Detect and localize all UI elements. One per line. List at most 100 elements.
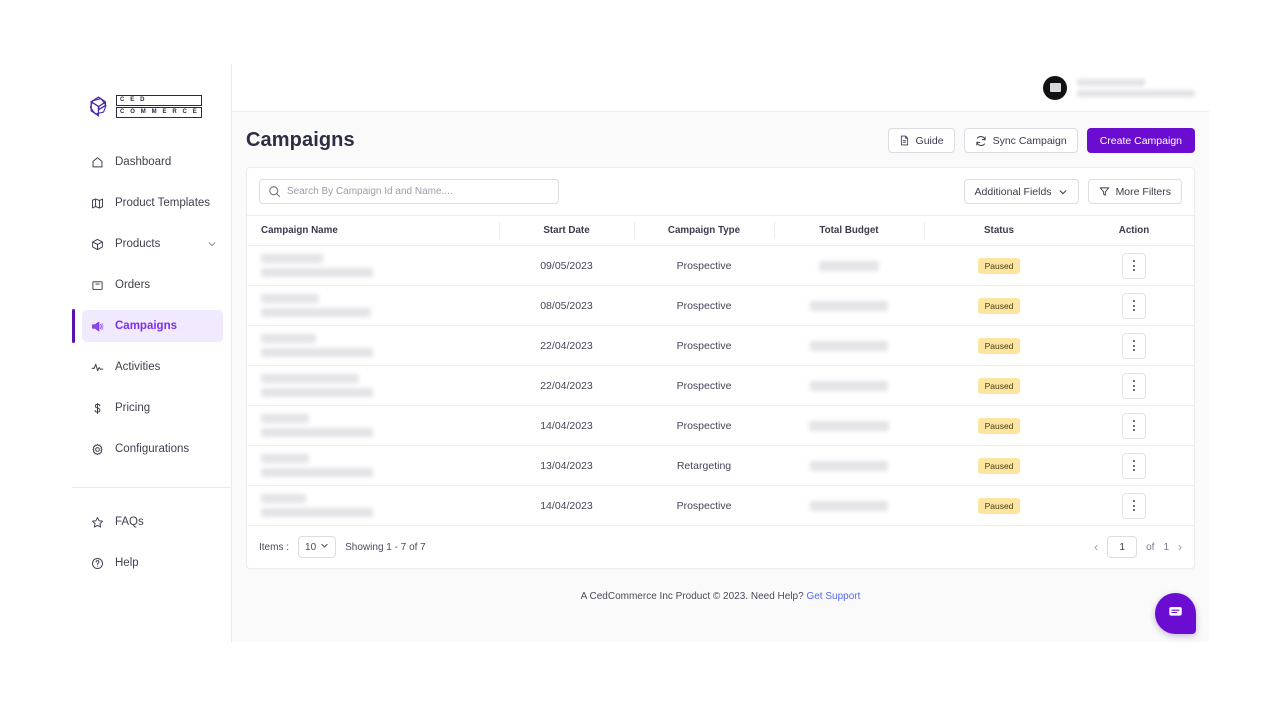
row-actions-button[interactable] [1122,372,1146,399]
redacted-line [261,254,323,263]
user-email-redacted [1077,89,1195,97]
more-filters-label: More Filters [1115,185,1171,198]
vertical-dots-icon [1133,420,1135,422]
cell-campaign-name[interactable] [247,285,499,326]
column-header-campaign-type[interactable]: Campaign Type [634,215,774,246]
page-header: Campaigns Guide Sync Campaign Create Cam… [246,112,1195,167]
campaign-name-redacted [261,329,499,362]
table-row[interactable]: 22/04/2023 Prospective Paused [247,365,1194,406]
row-actions-button[interactable] [1122,412,1146,439]
pagination-left: Items : 10 Showing 1 - 7 of 7 [259,536,426,558]
table-header: Campaign Name Start Date Campaign Type T… [247,215,1194,246]
additional-fields-label: Additional Fields [974,185,1052,198]
sidebar-item-configurations[interactable]: Configurations [82,433,223,465]
user-info-redacted [1077,78,1195,97]
cell-campaign-type: Prospective [634,365,774,406]
campaign-name-redacted [261,289,499,322]
row-actions-button[interactable] [1122,252,1146,279]
sidebar-item-label: Products [115,238,161,250]
status-badge: Paused [977,457,1021,474]
cell-action [1074,445,1194,486]
cell-status: Paused [924,485,1074,526]
chat-widget-button[interactable] [1155,593,1196,634]
row-actions-button[interactable] [1122,332,1146,359]
redacted-line [261,428,373,437]
cell-campaign-type: Prospective [634,245,774,286]
status-badge: Paused [977,497,1021,514]
vertical-dots-icon [1133,424,1135,427]
row-actions-button[interactable] [1122,292,1146,319]
table-row[interactable]: 14/04/2023 Prospective Paused [247,405,1194,446]
column-header-status[interactable]: Status [924,215,1074,246]
cell-start-date: 22/04/2023 [499,365,634,406]
search-field[interactable] [259,179,559,204]
guide-button[interactable]: Guide [887,128,955,153]
cell-action [1074,405,1194,446]
column-header-action: Action [1074,215,1194,246]
sidebar-item-orders[interactable]: Orders [82,269,223,301]
table-row[interactable]: 22/04/2023 Prospective Paused [247,325,1194,366]
cell-total-budget [774,485,924,526]
cell-action [1074,365,1194,406]
get-support-link[interactable]: Get Support [806,591,860,602]
column-header-total-budget[interactable]: Total Budget [774,215,924,246]
sidebar-item-pricing[interactable]: Pricing [82,392,223,424]
cell-status: Paused [924,285,1074,326]
sidebar-item-activities[interactable]: Activities [82,351,223,383]
of-label: of [1146,541,1155,553]
dollar-icon [90,401,104,415]
budget-redacted [810,460,888,471]
page-size-select[interactable]: 10 [298,536,337,558]
sidebar-item-help[interactable]: Help [82,547,223,579]
column-header-campaign-name[interactable]: Campaign Name [247,215,499,246]
vertical-dots-icon [1133,300,1135,302]
row-actions-button[interactable] [1122,452,1146,479]
vertical-dots-icon [1133,264,1135,267]
cell-total-budget [774,365,924,406]
additional-fields-button[interactable]: Additional Fields [963,179,1079,204]
create-campaign-button[interactable]: Create Campaign [1086,128,1195,153]
row-actions-button[interactable] [1122,492,1146,519]
chevron-right-icon[interactable]: › [1178,541,1182,553]
table-row[interactable]: 09/05/2023 Prospective Paused [247,245,1194,286]
chevron-down-icon[interactable] [207,239,217,249]
chevron-down-icon [1058,187,1068,197]
cell-campaign-name[interactable] [247,365,499,406]
more-filters-button[interactable]: More Filters [1087,179,1182,204]
cell-action [1074,245,1194,286]
create-campaign-button-label: Create Campaign [1099,134,1182,147]
cell-total-budget [774,245,924,286]
sync-campaign-button[interactable]: Sync Campaign [963,128,1078,153]
brand-line-1: C E D [116,94,202,106]
cell-campaign-name[interactable] [247,325,499,366]
cell-campaign-name[interactable] [247,245,499,286]
showing-text: Showing 1 - 7 of 7 [345,541,426,553]
table-row[interactable]: 08/05/2023 Prospective Paused [247,285,1194,326]
column-header-start-date[interactable]: Start Date [499,215,634,246]
sidebar-item-dashboard[interactable]: Dashboard [82,146,223,178]
brand-logo[interactable]: C E D C O M M E R C E [72,84,231,124]
table-row[interactable]: 14/04/2023 Prospective Paused [247,485,1194,526]
cell-status: Paused [924,365,1074,406]
cell-campaign-name[interactable] [247,445,499,486]
sidebar-item-faqs[interactable]: FAQs [82,506,223,538]
cell-campaign-name[interactable] [247,485,499,526]
page-size-value: 10 [305,541,317,553]
sidebar-item-campaigns[interactable]: Campaigns [72,309,223,343]
redacted-line [261,348,373,357]
budget-redacted [810,380,888,391]
page-number-input[interactable] [1107,536,1138,558]
cell-campaign-name[interactable] [247,405,499,446]
cell-start-date: 08/05/2023 [499,285,634,326]
table-row[interactable]: 13/04/2023 Retargeting Paused [247,445,1194,486]
user-menu[interactable] [1043,75,1195,100]
chevron-left-icon[interactable]: ‹ [1094,541,1098,553]
campaign-name-redacted [261,249,499,282]
redacted-line [261,494,306,503]
sidebar-item-products[interactable]: Products [82,228,223,260]
vertical-dots-icon [1133,380,1135,382]
sidebar-item-product-templates[interactable]: Product Templates [82,187,223,219]
user-name-redacted [1077,78,1145,86]
app-root: C E D C O M M E R C E Dashboard Product … [0,0,1280,720]
search-input[interactable] [287,186,558,197]
